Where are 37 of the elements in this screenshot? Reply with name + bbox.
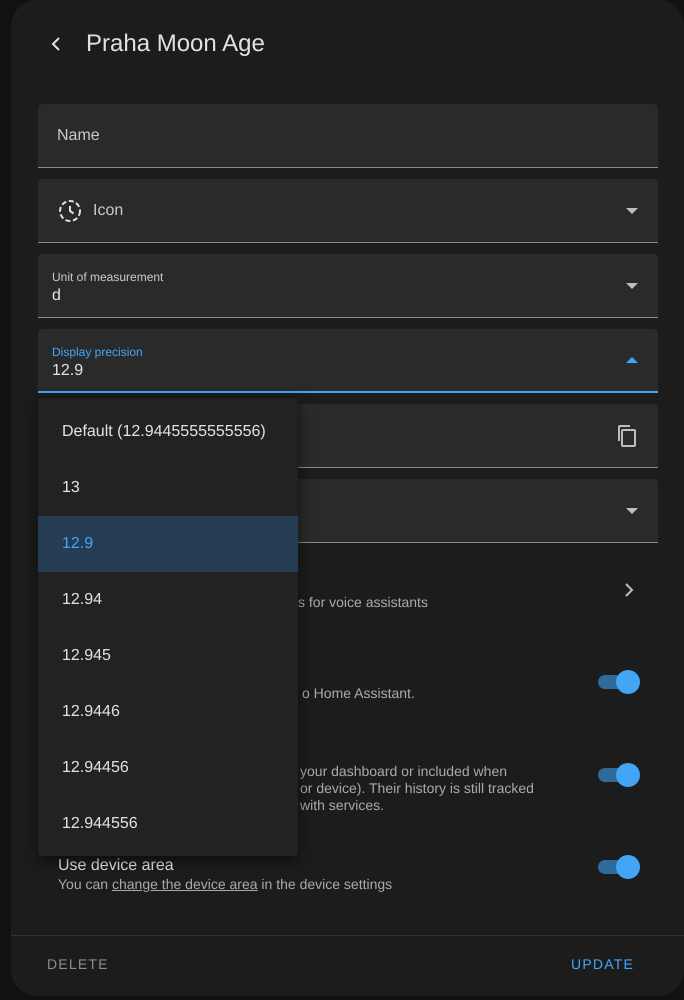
- field-label: Icon: [93, 202, 124, 220]
- setting-title: Use device area: [58, 856, 175, 876]
- menu-option[interactable]: 12.9: [38, 516, 298, 572]
- menu-option[interactable]: 12.944556: [38, 796, 298, 852]
- clock-icon: [57, 198, 83, 224]
- menu-option[interactable]: 12.9446: [38, 684, 298, 740]
- menu-option[interactable]: 12.94456: [38, 740, 298, 796]
- menu-option[interactable]: 13: [38, 460, 298, 516]
- select-field[interactable]: Icon: [38, 179, 658, 243]
- setting-description: You can change the device area in the device settings: [58, 876, 394, 893]
- update-button[interactable]: UPDATE: [563, 948, 642, 980]
- menu-option[interactable]: Default (12.9445555555556): [38, 404, 298, 460]
- field-label: Name: [57, 126, 101, 144]
- caret-icon: [626, 282, 638, 288]
- device-area-link[interactable]: change the device area: [112, 876, 258, 892]
- toggle-switch[interactable]: [596, 762, 640, 786]
- field-value: 12.9: [52, 362, 84, 380]
- caret-icon: [626, 357, 638, 363]
- field-value: d: [52, 287, 62, 305]
- chevron-right-icon[interactable]: [624, 582, 634, 598]
- name-field[interactable]: Name: [38, 104, 658, 168]
- toggle-switch[interactable]: [596, 855, 640, 879]
- toggle-switch[interactable]: [596, 670, 640, 694]
- field-label: Display precision: [52, 344, 144, 358]
- menu-option[interactable]: 12.945: [38, 628, 298, 684]
- setting-description: your dashboard or included when or device). Their history is still tracked with services.: [300, 763, 535, 814]
- setting-description: s for voice assistants: [298, 594, 429, 611]
- menu-option[interactable]: 12.94: [38, 572, 298, 628]
- delete-button[interactable]: DELETE: [39, 948, 117, 980]
- caret-icon: [626, 208, 638, 214]
- field-label: Unit of measurement: [52, 270, 164, 284]
- setting-description: o Home Assistant.: [302, 685, 416, 702]
- select-field[interactable]: Unit of measurement d: [38, 254, 658, 318]
- copy-icon: [616, 424, 638, 448]
- caret-icon: [626, 508, 638, 514]
- dialog-title: Praha Moon Age: [86, 30, 265, 58]
- select-field[interactable]: Display precision 12.9: [38, 329, 658, 393]
